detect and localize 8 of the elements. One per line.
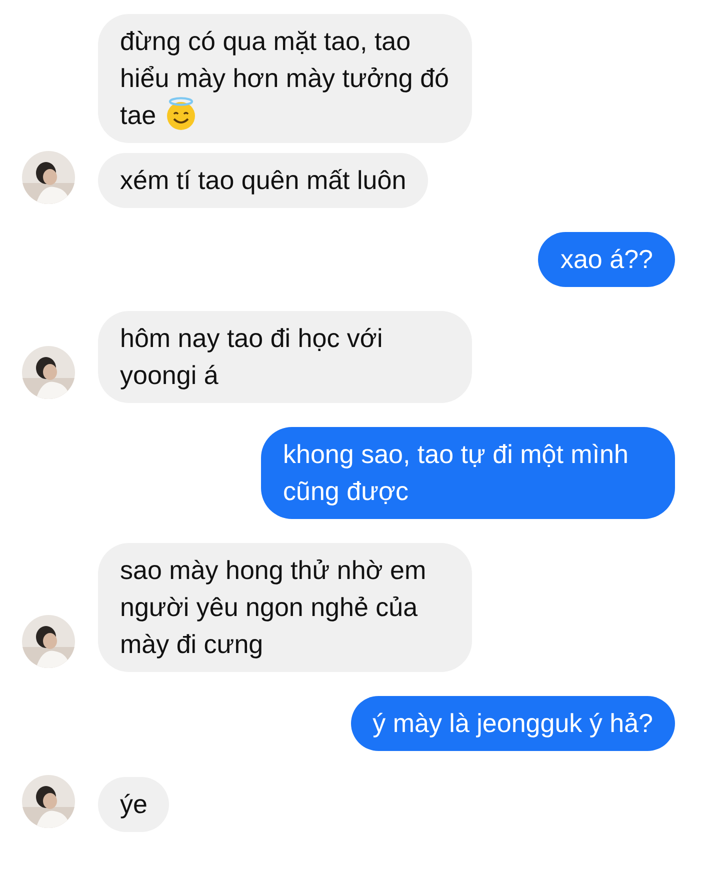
message-bubble: sao mày hong thử nhờ em người yêu ngon nghẻ của mày đi cưng: [98, 543, 472, 672]
message-bubble: xao á??: [538, 232, 675, 287]
message-bubble: đừng có qua mặt tao, tao hiểu mày hơn mày tưởng đó tae: [98, 14, 472, 143]
message-bubble: ý mày là jeongguk ý hả?: [350, 696, 675, 751]
message-bubble: xém tí tao quên mất luôn: [98, 153, 428, 208]
message-bubble: hôm nay tao đi học với yoongi á: [98, 311, 472, 403]
message-bubble: ýe: [98, 777, 170, 832]
message-bubble: khong sao, tao tự đi một mình cũng được: [261, 427, 675, 519]
